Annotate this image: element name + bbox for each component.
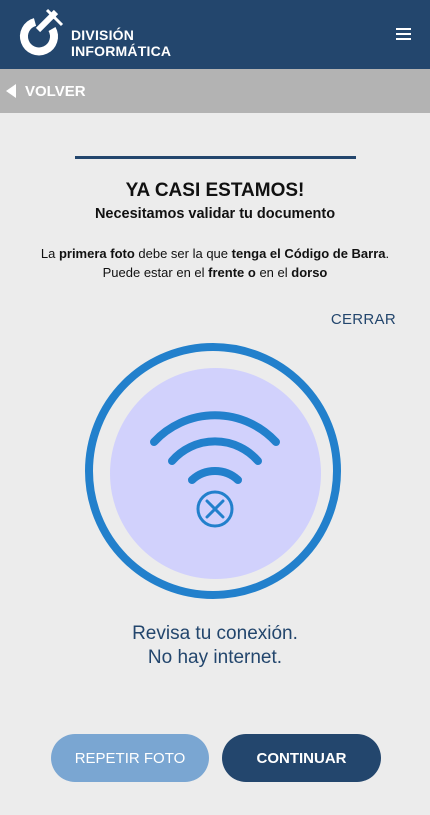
plug-logo-icon bbox=[20, 8, 64, 56]
connection-message: Revisa tu conexión. No hay internet. bbox=[0, 622, 430, 670]
page-title: YA CASI ESTAMOS! bbox=[125, 180, 305, 201]
instruction-part: Puede estar en el bbox=[102, 265, 209, 280]
app-header: DIVISIÓN INFORMÁTICA bbox=[0, 0, 430, 69]
instruction-bold: primera foto bbox=[58, 246, 135, 261]
instruction-part: en el bbox=[255, 265, 292, 280]
close-link[interactable]: CERRAR bbox=[331, 311, 396, 328]
instruction-part: La bbox=[40, 246, 59, 261]
back-bar: VOLVER bbox=[0, 69, 430, 113]
page-subtitle: Necesitamos validar tu documento bbox=[94, 206, 336, 222]
wifi-off-icon bbox=[150, 411, 280, 528]
instruction-bold: tenga el Código de Barra bbox=[231, 246, 386, 261]
instruction-bold: frente o bbox=[208, 265, 256, 280]
triangle-left-icon bbox=[6, 84, 16, 98]
instruction-bold: dorso bbox=[291, 265, 328, 280]
brand-line-2: INFORMÁTICA bbox=[71, 43, 172, 59]
brand-line-1: DIVISIÓN bbox=[71, 27, 135, 43]
brand-name: DIVISIÓN INFORMÁTICA bbox=[71, 27, 171, 59]
back-button[interactable]: VOLVER bbox=[6, 81, 86, 101]
instruction-part: . bbox=[385, 246, 390, 261]
message-line-1: Revisa tu conexión. bbox=[132, 623, 298, 644]
back-label: VOLVER bbox=[25, 82, 86, 100]
continue-button[interactable]: CONTINUAR bbox=[222, 734, 381, 782]
instruction-part: debe ser la que bbox=[134, 246, 232, 261]
instruction-text: La primera foto debe ser la que tenga el… bbox=[0, 244, 430, 282]
title-divider bbox=[75, 156, 356, 159]
repeat-photo-button[interactable]: REPETIR FOTO bbox=[51, 734, 209, 782]
hamburger-menu-icon[interactable] bbox=[396, 28, 416, 44]
message-line-2: No hay internet. bbox=[147, 647, 283, 668]
